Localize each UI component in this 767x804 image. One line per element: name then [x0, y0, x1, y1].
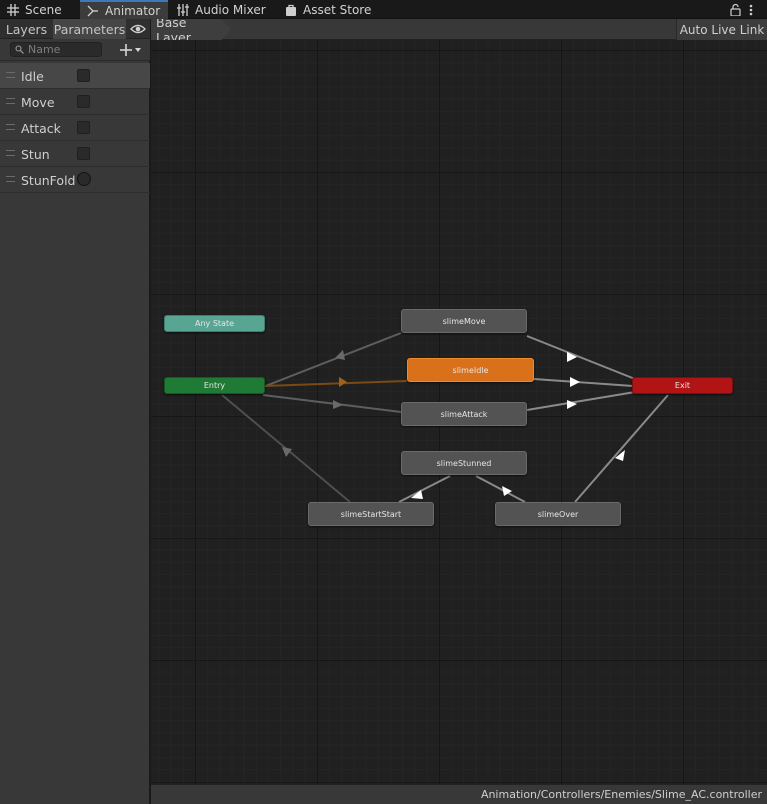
- search-row: [0, 39, 150, 61]
- transition-startstart-stunned[interactable]: [398, 475, 451, 503]
- more-options-icon[interactable]: [749, 2, 753, 17]
- transition-idle-exit[interactable]: [533, 378, 634, 387]
- tab-asset-store[interactable]: Asset Store: [284, 0, 384, 19]
- parameter-name: Idle: [21, 69, 44, 84]
- drag-handle-icon[interactable]: [6, 72, 15, 78]
- parameters-panel: Layers Parameters Idle Move Atta: [0, 19, 150, 804]
- bool-checkbox[interactable]: [77, 121, 90, 134]
- search-box[interactable]: [10, 42, 102, 57]
- animator-icon: [86, 4, 100, 18]
- drag-handle-icon[interactable]: [6, 124, 15, 130]
- parameter-row-stunfold[interactable]: StunFold: [0, 167, 150, 193]
- tab-layers[interactable]: Layers: [0, 19, 53, 39]
- mixer-icon: [176, 3, 190, 17]
- trigger-radio[interactable]: [77, 172, 91, 186]
- arrow-icon: [339, 377, 347, 387]
- search-icon: [15, 43, 24, 57]
- arrow-icon: [570, 377, 580, 387]
- state-exit[interactable]: Exit: [632, 377, 733, 394]
- tab-label: Animator: [105, 3, 161, 18]
- tab-label: Asset Store: [303, 2, 372, 17]
- add-parameter-button[interactable]: [118, 41, 146, 58]
- state-slime-attack[interactable]: slimeAttack: [401, 402, 527, 426]
- asset-path: Animation/Controllers/Enemies/Slime_AC.c…: [480, 788, 762, 801]
- bool-checkbox[interactable]: [77, 69, 90, 82]
- drag-handle-icon[interactable]: [6, 150, 15, 156]
- transition-entry-attack[interactable]: [262, 394, 402, 413]
- state-any-state[interactable]: Any State: [164, 315, 265, 332]
- eye-icon[interactable]: [129, 22, 147, 36]
- state-slime-idle[interactable]: slimeIdle: [407, 358, 534, 382]
- parameter-row-idle[interactable]: Idle: [0, 63, 150, 89]
- tab-audio-mixer[interactable]: Audio Mixer: [176, 0, 276, 19]
- parameter-name: StunFold: [21, 173, 76, 188]
- state-machine-graph[interactable]: Any State Entry Exit slimeMove slimeIdle…: [151, 40, 767, 784]
- parameter-name: Attack: [21, 121, 61, 136]
- transition-over-exit[interactable]: [574, 394, 669, 503]
- search-input[interactable]: [24, 43, 94, 56]
- transition-move-exit[interactable]: [526, 335, 636, 380]
- tab-scene[interactable]: Scene: [6, 0, 76, 19]
- tab-animator[interactable]: Animator: [80, 0, 168, 19]
- state-slime-over[interactable]: slimeOver: [495, 502, 621, 526]
- graph-header: Base Layer Auto Live Link: [151, 19, 767, 40]
- transition-entry-idle[interactable]: [263, 380, 408, 387]
- window-tab-bar: Scene Animator Audio Mixer Asset Store: [0, 0, 767, 19]
- transition-stunned-over[interactable]: [475, 475, 526, 503]
- parameter-name: Stun: [21, 147, 50, 162]
- parameter-list: Idle Move Attack Stun StunFold: [0, 63, 150, 193]
- transition-entry-move[interactable]: [262, 332, 402, 388]
- drag-handle-icon[interactable]: [6, 176, 15, 182]
- state-slime-stunned[interactable]: slimeStunned: [401, 451, 527, 475]
- state-slime-start-start[interactable]: slimeStartStart: [308, 502, 434, 526]
- parameter-row-move[interactable]: Move: [0, 89, 150, 115]
- bag-icon: [284, 3, 298, 17]
- lock-icon[interactable]: [730, 2, 741, 17]
- transition-attack-exit[interactable]: [526, 391, 636, 411]
- arrow-icon: [333, 400, 343, 409]
- tab-parameters[interactable]: Parameters: [53, 19, 126, 39]
- parameter-row-attack[interactable]: Attack: [0, 115, 150, 141]
- tab-label: Scene: [25, 2, 62, 17]
- parameter-row-stun[interactable]: Stun: [0, 141, 150, 167]
- drag-handle-icon[interactable]: [6, 98, 15, 104]
- tab-label: Audio Mixer: [195, 2, 266, 17]
- parameter-name: Move: [21, 95, 55, 110]
- bool-checkbox[interactable]: [77, 95, 90, 108]
- status-bar: Animation/Controllers/Enemies/Slime_AC.c…: [151, 784, 767, 804]
- state-slime-move[interactable]: slimeMove: [401, 309, 527, 333]
- bool-checkbox[interactable]: [77, 147, 90, 160]
- breadcrumb-base-layer[interactable]: Base Layer: [151, 19, 231, 40]
- chevron-down-icon: [135, 47, 141, 52]
- panel-subtabs: Layers Parameters: [0, 19, 150, 39]
- grid-icon: [6, 3, 20, 17]
- auto-live-link-button[interactable]: Auto Live Link: [676, 19, 767, 40]
- state-entry[interactable]: Entry: [164, 377, 265, 394]
